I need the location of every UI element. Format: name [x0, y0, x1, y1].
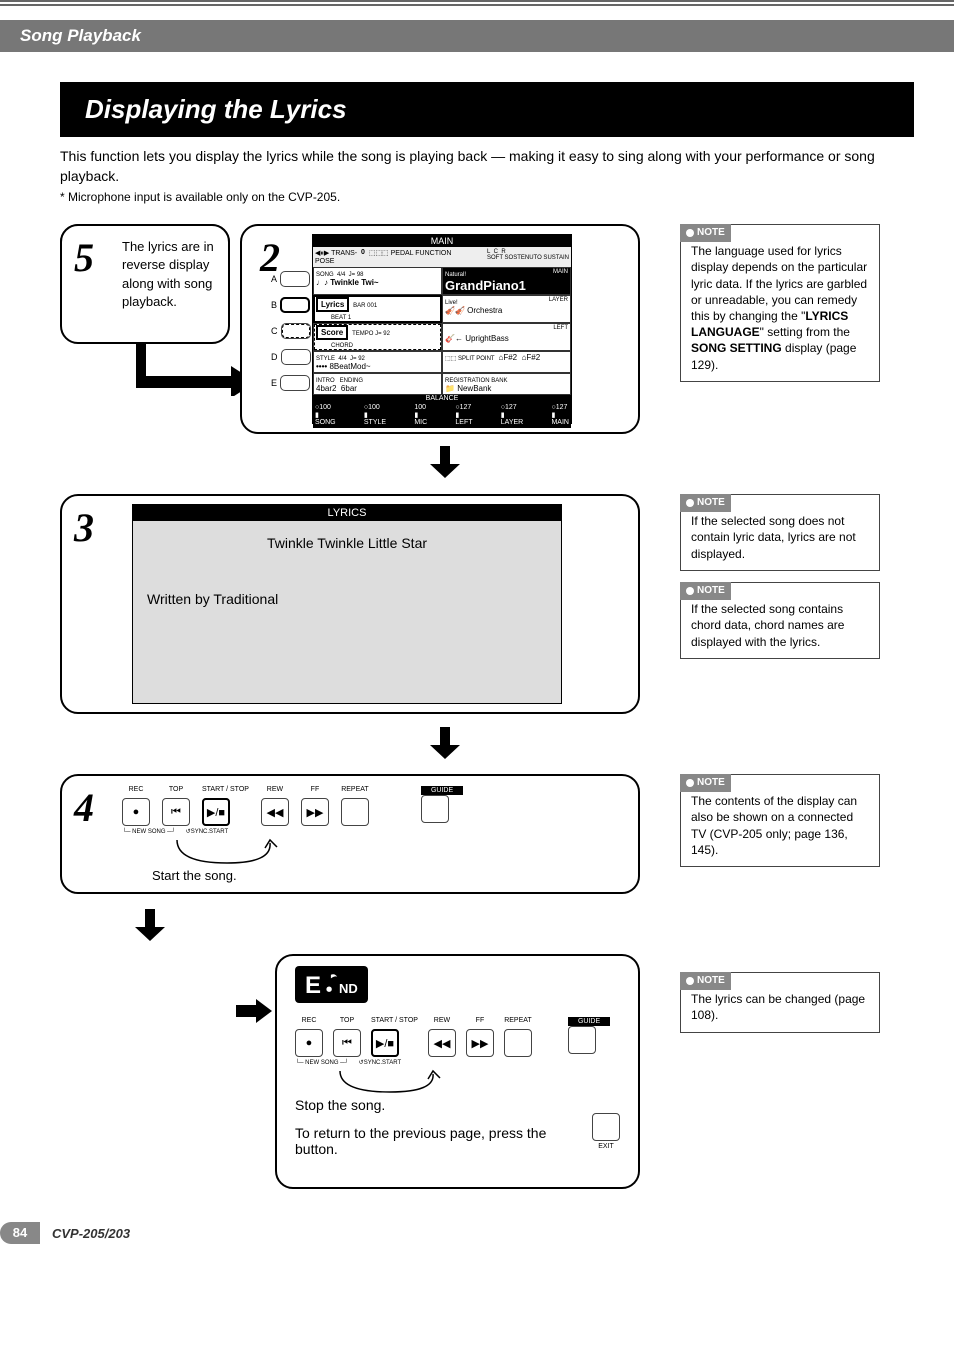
step-4-caption: Start the song. [152, 867, 628, 885]
panel-button-e[interactable] [280, 375, 310, 391]
intro-text: This function lets you display the lyric… [60, 147, 914, 186]
mic-footnote: * Microphone input is available only on … [60, 190, 914, 204]
step-4-box: 4 REC● TOP⏮ START / STOP▶/■ REW◀◀ FF▶▶ R… [60, 774, 640, 894]
lyrics-display-mock: LYRICS Twinkle Twinkle Little Star Writt… [132, 504, 562, 704]
page-footer: 84 CVP-205/203 [0, 1222, 130, 1244]
repeat-button[interactable] [341, 798, 369, 826]
end-rew-button[interactable]: ◀◀ [428, 1029, 456, 1057]
page-number: 84 [0, 1222, 40, 1244]
screen-title: MAIN [313, 235, 571, 247]
note-chord-data: NOTE If the selected song contains chord… [680, 582, 880, 659]
model-label: CVP-205/203 [52, 1226, 130, 1241]
rew-button[interactable]: ◀◀ [261, 798, 289, 826]
exit-group: EXIT [592, 1113, 620, 1150]
score-tab[interactable]: Score [316, 325, 348, 340]
page-heading: Displaying the Lyrics [60, 82, 914, 137]
note-tab: NOTE [680, 224, 731, 242]
end-rec-button[interactable]: ● [295, 1029, 323, 1057]
end-guide-button[interactable] [568, 1026, 596, 1054]
ff-button[interactable]: ▶▶ [301, 798, 329, 826]
arrow-down-3-4 [430, 727, 460, 759]
end-loop-arrow [335, 1066, 445, 1098]
note-no-lyric-data: NOTE If the selected song does not conta… [680, 494, 880, 571]
panel-button-b[interactable] [280, 297, 310, 313]
lyrics-tab[interactable]: Lyrics [316, 297, 349, 312]
return-text: To return to the previous page, press th… [295, 1125, 565, 1157]
music-note-icon [321, 971, 339, 993]
guide-button[interactable] [421, 795, 449, 823]
step-4-number: 4 [74, 784, 94, 831]
start-stop-button[interactable]: ▶/■ [202, 798, 230, 826]
top-rule-lines [0, 0, 954, 20]
exit-button[interactable] [592, 1113, 620, 1141]
note-tv-output: NOTE The contents of the display can als… [680, 774, 880, 867]
lyrics-credit: Written by Traditional [147, 591, 547, 607]
main-display-mock: A B C D E MAIN ◀⏸▶ TRANS-POSE 0 ⬚⬚⬚ PEDA… [312, 234, 572, 424]
lyrics-song-title: Twinkle Twinkle Little Star [147, 535, 547, 551]
note-icon [686, 229, 694, 237]
panel-button-d[interactable] [281, 349, 311, 365]
start-loop-arrow [172, 835, 282, 870]
note-language: NOTE The language used for lyrics displa… [680, 224, 880, 382]
stop-song-text: Stop the song. [295, 1097, 620, 1113]
arrow-down-4-5 [135, 909, 165, 941]
end-badge: E ND [295, 966, 368, 1003]
step-5-number: 5 [74, 234, 94, 281]
top-button[interactable]: ⏮ [162, 798, 190, 826]
rec-button[interactable]: ● [122, 798, 150, 826]
end-start-stop-button[interactable]: ▶/■ [371, 1029, 399, 1057]
note-lyrics-change: NOTE The lyrics can be changed (page 108… [680, 972, 880, 1032]
step-5-box: 5 The lyrics are in reverse display alon… [60, 224, 230, 344]
step-2-box: 2 A B C D E MAIN ◀⏸▶ TRANS-POSE 0 ⬚⬚⬚ PE… [240, 224, 640, 434]
transport-row: REC● TOP⏮ START / STOP▶/■ REW◀◀ FF▶▶ REP… [122, 786, 628, 826]
end-transport-row: REC● TOP⏮ START / STOP▶/■ REW◀◀ FF▶▶ REP… [295, 1017, 620, 1057]
end-ff-button[interactable]: ▶▶ [466, 1029, 494, 1057]
arrow-step5-to-end [236, 999, 272, 1023]
step-5-text: The lyrics are in reverse display along … [122, 238, 218, 311]
end-repeat-button[interactable] [504, 1029, 532, 1057]
section-header: Song Playback [0, 20, 954, 52]
step-3-number: 3 [74, 504, 94, 551]
panel-button-a[interactable] [280, 271, 310, 287]
end-box: E ND REC● TOP⏮ START / STOP▶/■ REW◀◀ FF▶… [275, 954, 640, 1189]
panel-button-c[interactable] [281, 323, 311, 339]
arrow-down-2-3 [430, 446, 460, 478]
step-3-box: 3 LYRICS Twinkle Twinkle Little Star Wri… [60, 494, 640, 714]
end-top-button[interactable]: ⏮ [333, 1029, 361, 1057]
